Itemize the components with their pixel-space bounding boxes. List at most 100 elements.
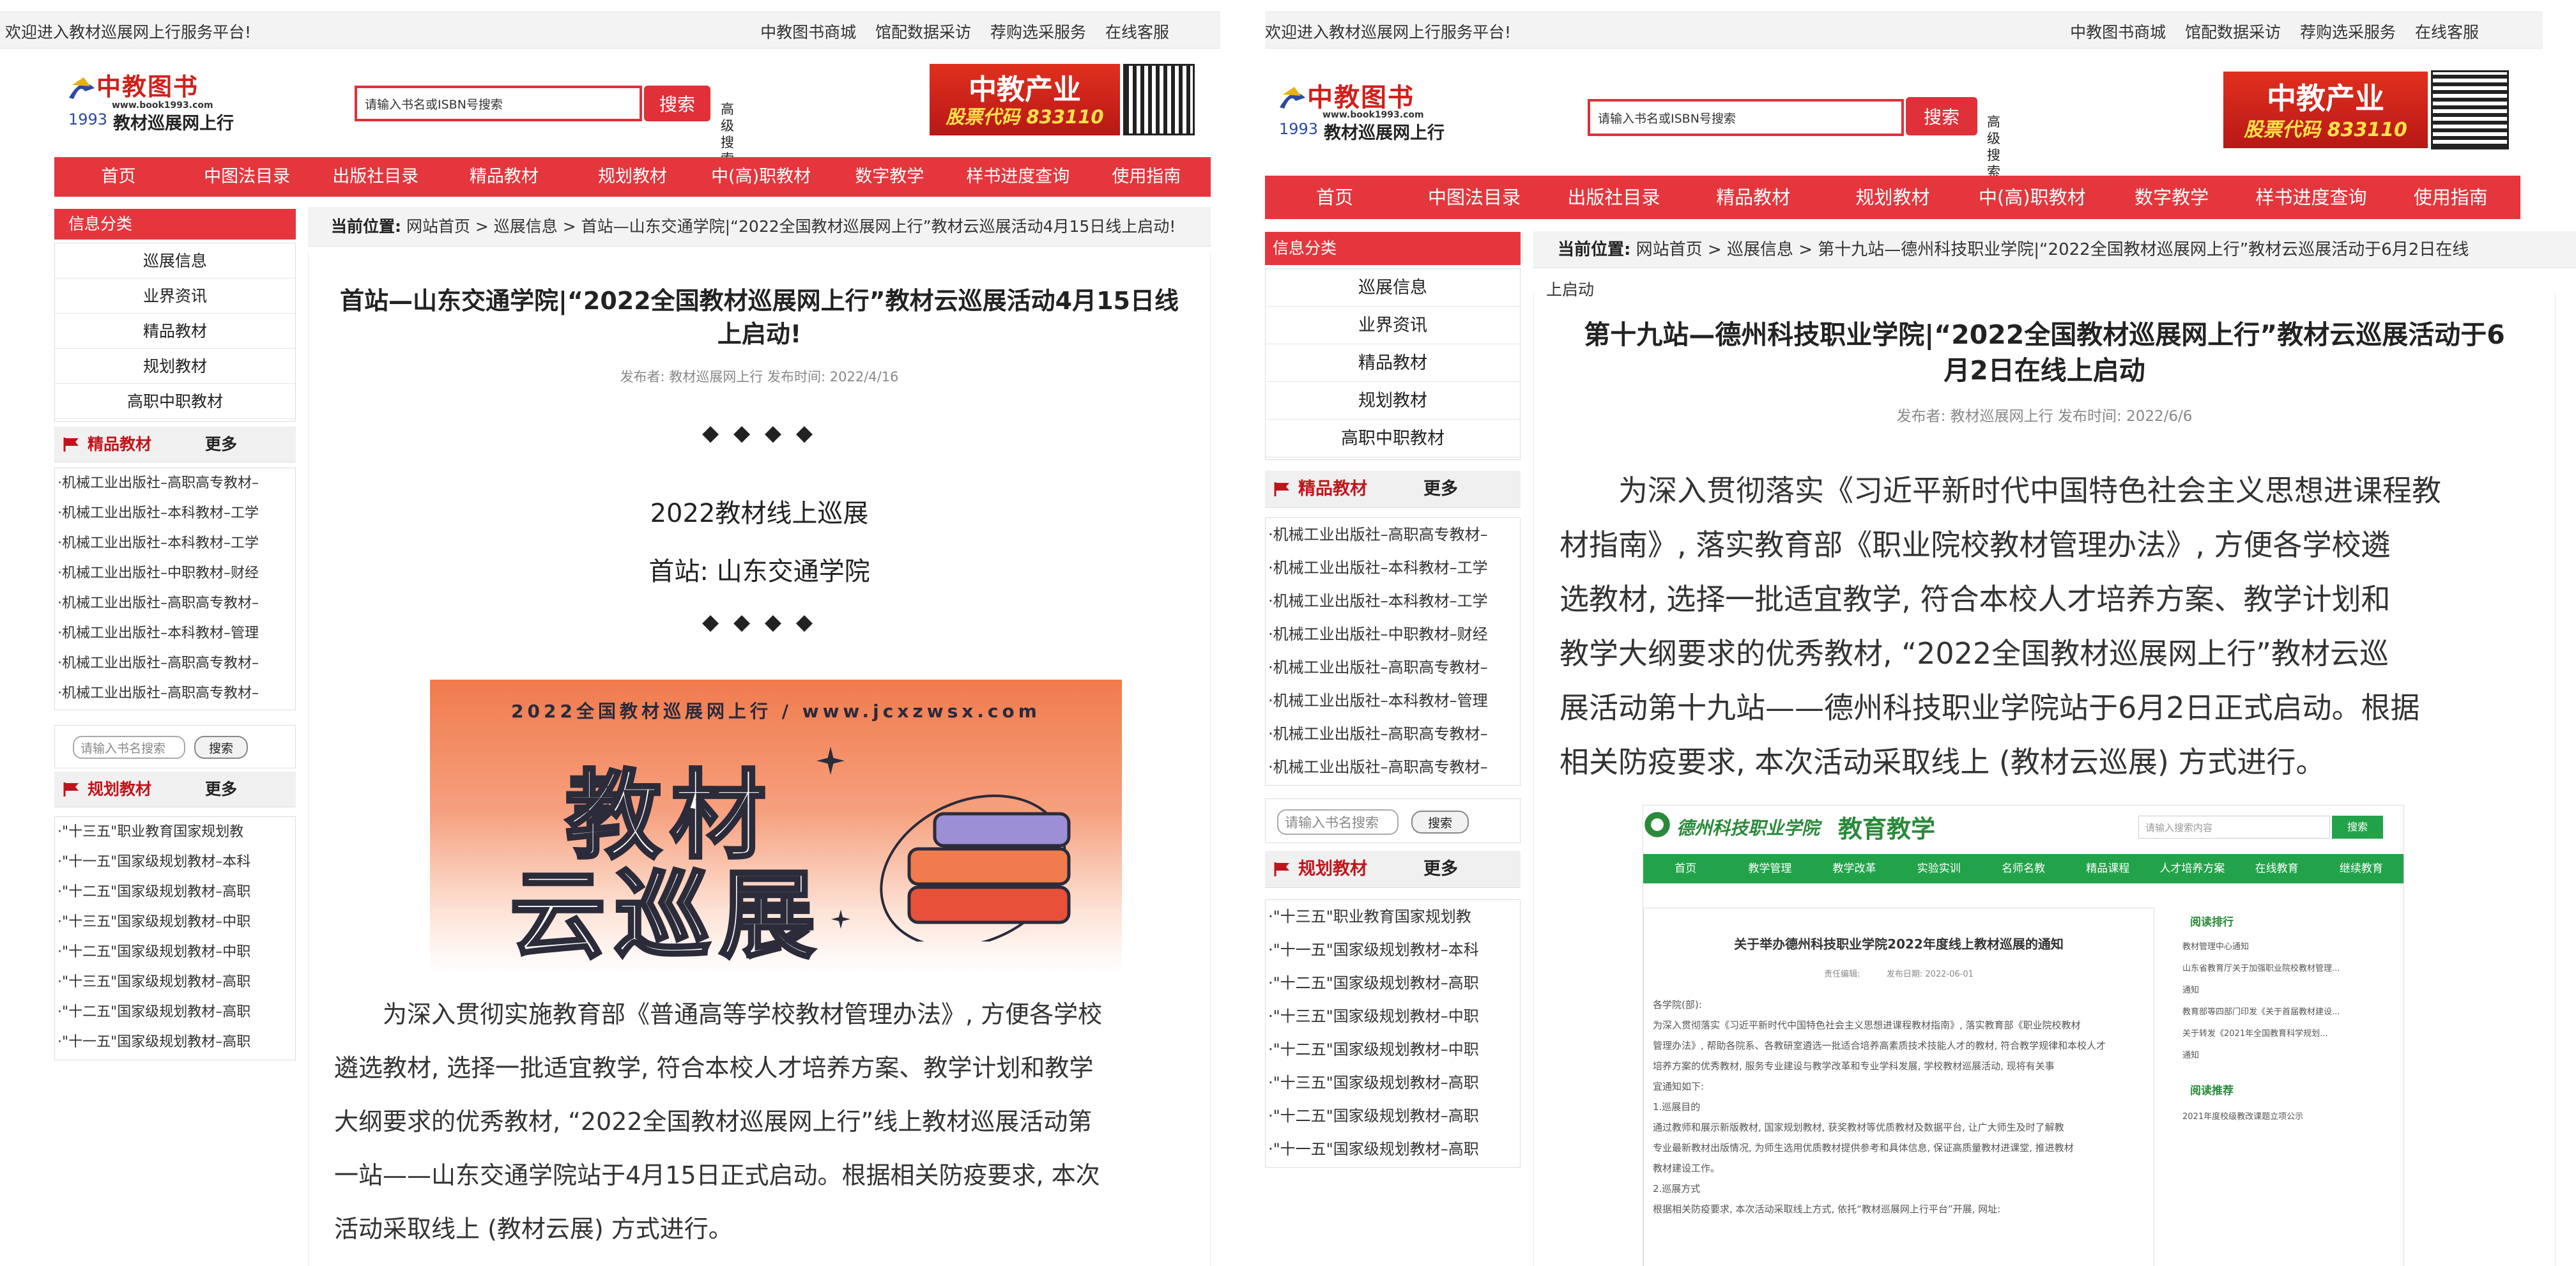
sidebar-item-vocational-textbooks[interactable]: 高职中职教材 (1266, 420, 1520, 457)
nav-sample-progress[interactable]: 样书进度查询 (2241, 176, 2380, 219)
sidebar-search-button[interactable]: 搜索 (1411, 811, 1469, 834)
nav-planned-textbooks[interactable]: 规划教材 (1823, 176, 1962, 219)
sidebar-search: 请输入书名搜索 搜索 (1265, 798, 1521, 843)
link-bookstore[interactable]: 中教图书商城 (760, 23, 856, 42)
nav-clc-catalog[interactable]: 中图法目录 (1404, 176, 1544, 219)
sidebar-item-industry-news[interactable]: 业界资讯 (1266, 307, 1520, 344)
sidebar-item-industry-news[interactable]: 业界资讯 (55, 278, 295, 314)
site-logo[interactable]: 中教图书 www.book1993.com 1993 教材巡展网上行 (61, 67, 272, 137)
nav-sample-progress[interactable]: 样书进度查询 (954, 157, 1082, 197)
breadcrumb-path[interactable]: 网站首页 > 巡展信息 > 第十九站—德州科技职业学院|“2022全国教材巡展网… (1636, 240, 2469, 259)
list-item[interactable]: ·机械工业出版社–本科教材–工学 (1266, 584, 1520, 618)
list-item[interactable]: ·机械工业出版社–本科教材–管理 (55, 618, 295, 648)
sidebar-item-planned-textbooks[interactable]: 规划教材 (1266, 382, 1520, 420)
nav-publisher-catalog[interactable]: 出版社目录 (311, 157, 440, 197)
rank-item: 通知 (2182, 986, 2200, 995)
link-recommend-service[interactable]: 荐购选采服务 (990, 23, 1086, 42)
list-item[interactable]: ·"十二五"国家级规划教材–中职 (55, 937, 295, 967)
list-item[interactable]: ·机械工业出版社–中职教材–财经 (1266, 618, 1520, 651)
site-logo[interactable]: 中教图书 www.book1993.com 1993 教材巡展网上行 (1271, 77, 1482, 150)
nav-digital-teaching[interactable]: 数字教学 (2102, 176, 2241, 219)
list-item[interactable]: ·机械工业出版社–高职高专教材– (1266, 751, 1520, 784)
nav-quality-textbooks[interactable]: 精品教材 (1683, 176, 1823, 219)
list-item[interactable]: ·"十一五"国家级规划教材–本科 (1266, 933, 1520, 966)
nav-home[interactable]: 首页 (1265, 176, 1404, 219)
sidebar-search-input[interactable]: 请输入书名搜索 (73, 736, 185, 759)
list-item[interactable]: ·"十三五"国家级规划教材–中职 (1266, 1000, 1520, 1033)
paragraph-line: 为深入贯彻落实《习近平新时代中国特色社会主义思想进课程教 (1618, 473, 2441, 508)
quality-more-link[interactable]: 更多 (1423, 471, 1458, 508)
list-item[interactable]: ·机械工业出版社–高职高专教材– (55, 648, 295, 678)
paragraph-line: 展活动第十九站——德州科技职业学院站于6月2日正式启动。根据 (1560, 690, 2420, 725)
search-input[interactable]: 请输入书名或ISBN号搜索 (355, 86, 642, 121)
sidebar-item-tour-info[interactable]: 巡展信息 (1266, 269, 1520, 307)
nav-quality-textbooks[interactable]: 精品教材 (440, 157, 568, 197)
nav-home[interactable]: 首页 (54, 157, 183, 197)
nav-user-guide[interactable]: 使用指南 (1082, 157, 1211, 197)
advanced-search-link[interactable]: 高级搜索 (1987, 114, 2012, 180)
paragraph-line: 遴选教材, 选择一批适宜教学, 符合本校人才培养方案、教学计划和教学 (334, 1054, 1094, 1082)
link-bookstore[interactable]: 中教图书商城 (2070, 23, 2166, 42)
list-item[interactable]: ·机械工业出版社–高职高专教材– (1266, 518, 1520, 551)
list-item[interactable]: ·"十一五"国家级规划教材–高职 (1266, 1133, 1520, 1166)
link-recommend-service[interactable]: 荐购选采服务 (2300, 23, 2396, 42)
list-item[interactable]: ·"十三五"国家级规划教材–中职 (55, 907, 295, 937)
sidebar-search-button[interactable]: 搜索 (194, 736, 248, 759)
link-library-data[interactable]: 馆配数据采访 (2185, 23, 2281, 42)
list-item[interactable]: ·机械工业出版社–本科教材–工学 (55, 528, 295, 558)
list-item[interactable]: ·"十一五"国家级规划教材–本科 (55, 847, 295, 877)
list-item[interactable]: ·"十二五"国家级规划教材–中职 (1266, 1033, 1520, 1066)
list-item[interactable]: ·"十二五"国家级规划教材–高职 (1266, 1099, 1520, 1133)
paragraph-line: 一站——山东交通学院站于4月15日正式启动。根据相关防疫要求, 本次 (334, 1161, 1100, 1189)
nav-user-guide[interactable]: 使用指南 (2381, 176, 2520, 219)
planned-more-link[interactable]: 更多 (205, 772, 237, 807)
school-nav-item: 教学管理 (1748, 862, 1792, 875)
nav-publisher-catalog[interactable]: 出版社目录 (1544, 176, 1683, 219)
list-item[interactable]: ·机械工业出版社–高职高专教材– (1266, 651, 1520, 684)
paragraph-line: 为深入贯彻实施教育部《普通高等学校教材管理办法》, 方便各学校 (383, 1000, 1103, 1028)
list-item[interactable]: ·"十一五"国家级规划教材–高职 (55, 1027, 295, 1057)
list-item[interactable]: ·机械工业出版社–高职高专教材– (55, 588, 295, 618)
list-item[interactable]: ·机械工业出版社–高职高专教材– (55, 678, 295, 708)
sidebar-item-quality-textbooks[interactable]: 精品教材 (1266, 344, 1520, 382)
list-item[interactable]: ·"十二五"国家级规划教材–高职 (1266, 966, 1520, 1000)
search-button[interactable]: 搜索 (1906, 97, 1977, 135)
sidebar-item-quality-textbooks[interactable]: 精品教材 (55, 314, 295, 349)
sidebar-search-input[interactable]: 请输入书名搜索 (1277, 809, 1399, 835)
list-item[interactable]: ·"十二五"国家级规划教材–高职 (55, 997, 295, 1027)
nav-vocational-textbooks[interactable]: 中(高)职教材 (1963, 176, 2102, 219)
link-online-service[interactable]: 在线客服 (2415, 23, 2479, 42)
list-item[interactable]: ·"十二五"国家级规划教材–高职 (55, 877, 295, 907)
list-item[interactable]: ·机械工业出版社–本科教材–管理 (1266, 684, 1520, 717)
school-nav-item: 在线教育 (2255, 862, 2299, 875)
sidebar-item-planned-textbooks[interactable]: 规划教材 (55, 349, 295, 384)
list-item[interactable]: ·"十三五"国家级规划教材–高职 (1266, 1066, 1520, 1099)
list-item[interactable]: ·"十三五"职业教育国家规划教 (55, 817, 295, 847)
list-item[interactable]: ·"十三五"职业教育国家规划教 (1266, 900, 1520, 933)
cover-caption: 2022全国教材巡展网上行 / www.jcxzwsx.com (511, 701, 1041, 722)
nav-vocational-textbooks[interactable]: 中(高)职教材 (697, 157, 825, 197)
list-item[interactable]: ·机械工业出版社–本科教材–工学 (55, 498, 295, 528)
paragraph-line: 教学大纲要求的优秀教材, “2022全国教材巡展网上行”教材云巡 (1560, 636, 2389, 671)
list-item[interactable]: ·机械工业出版社–本科教材–工学 (1266, 551, 1520, 584)
breadcrumb-path[interactable]: 网站首页 > 巡展信息 > 首站—山东交通学院|“2022全国教材巡展网上行”教… (406, 217, 1176, 236)
link-library-data[interactable]: 馆配数据采访 (875, 23, 971, 42)
planned-more-link[interactable]: 更多 (1423, 851, 1458, 888)
search-button[interactable]: 搜索 (644, 86, 710, 121)
stock-banner[interactable]: 中教产业 股票代码 833110 (930, 64, 1120, 135)
list-item[interactable]: ·机械工业出版社–高职高专教材– (55, 468, 295, 498)
quality-more-link[interactable]: 更多 (205, 427, 237, 462)
stock-banner[interactable]: 中教产业 股票代码 833110 (2223, 72, 2428, 148)
sidebar-item-vocational-textbooks[interactable]: 高职中职教材 (55, 384, 295, 419)
list-item[interactable]: ·机械工业出版社–中职教材–财经 (55, 558, 295, 588)
nav-planned-textbooks[interactable]: 规划教材 (568, 157, 696, 197)
sidebar-item-tour-info[interactable]: 巡展信息 (55, 243, 295, 278)
logo-subtitle: 教材巡展网上行 (1324, 123, 1445, 143)
search-input[interactable]: 请输入书名或ISBN号搜索 (1588, 99, 1904, 136)
rank-item: 关于转发《2021年全国教育科学规划... (2182, 1029, 2328, 1039)
nav-clc-catalog[interactable]: 中图法目录 (183, 157, 311, 197)
nav-digital-teaching[interactable]: 数字教学 (825, 157, 954, 197)
list-item[interactable]: ·"十三五"国家级规划教材–高职 (55, 967, 295, 997)
list-item[interactable]: ·机械工业出版社–高职高专教材– (1266, 717, 1520, 751)
link-online-service[interactable]: 在线客服 (1105, 23, 1169, 42)
